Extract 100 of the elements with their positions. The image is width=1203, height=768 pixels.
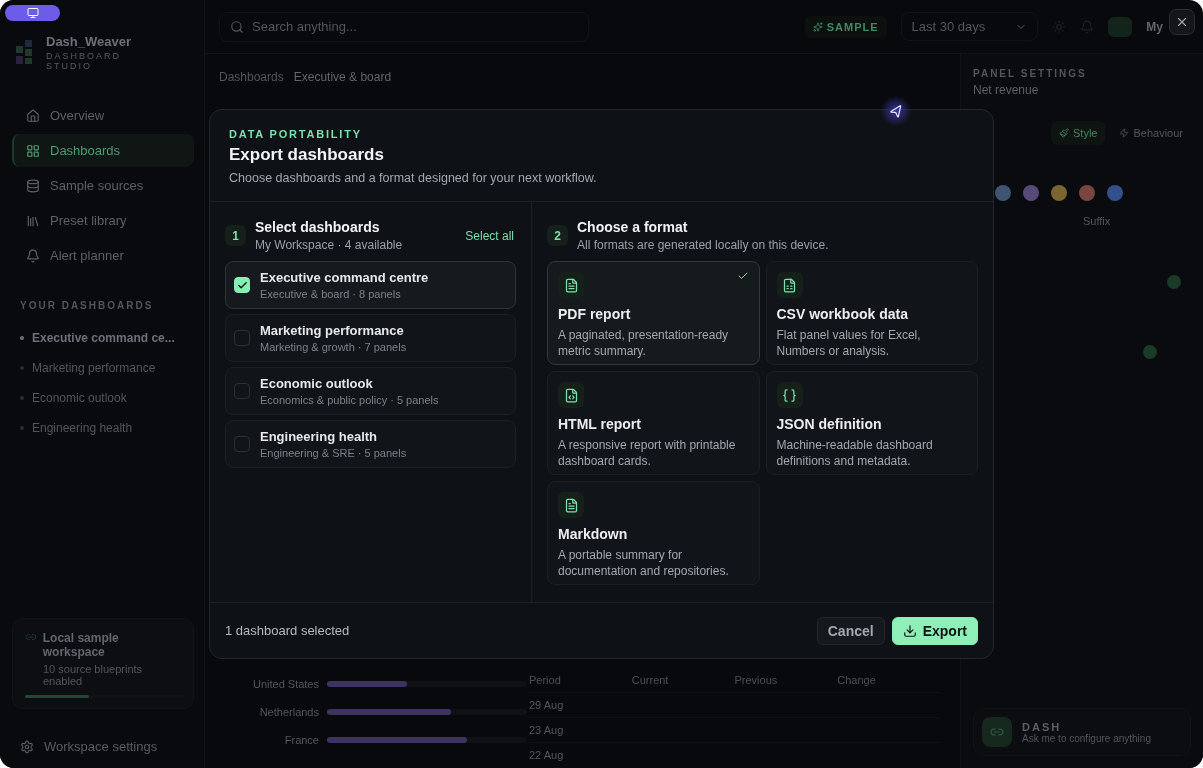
checkbox[interactable] [234, 330, 250, 346]
workspace-title: Local sample workspace [42, 631, 120, 659]
toggle[interactable] [1143, 345, 1157, 359]
document-icon [563, 497, 579, 513]
link-icon [990, 725, 1004, 739]
search-field[interactable]: Search anything... [219, 11, 589, 42]
nav-item[interactable]: Dashboards [12, 134, 194, 167]
step-title: Choose a format [577, 219, 689, 235]
avatar [1108, 16, 1133, 37]
option-title: Marketing performance [260, 323, 405, 338]
step-title: Select dashboards [255, 219, 381, 235]
column-header: Change [837, 673, 877, 688]
section-title: YOUR DASHBOARDS [20, 300, 155, 311]
select-all-link[interactable]: Select all [463, 226, 516, 245]
settings-icon [20, 739, 34, 754]
assistant-name: DASH [1022, 720, 1063, 733]
dashboard-link[interactable]: Engineering health [12, 413, 194, 443]
bar-label: United States [251, 678, 319, 690]
assistant-prompt: Ask me to configure anything [1022, 732, 1151, 744]
toggle[interactable] [1167, 275, 1181, 289]
close-icon [1175, 15, 1189, 29]
step-number: 2 [547, 225, 568, 246]
dialog-subtitle: Choose dashboards and a format designed for your next workflow. [229, 171, 598, 185]
code-file-icon [563, 387, 579, 403]
format-title: JSON definition [776, 416, 883, 432]
option-title: Engineering health [260, 429, 378, 444]
format-description: A portable summary for documentation and repositories. [558, 547, 730, 579]
export-button[interactable]: Export [891, 616, 978, 645]
database-icon [26, 178, 40, 193]
panel-tab[interactable]: Behaviour [1111, 121, 1191, 145]
option-meta: Economics & public policy · 5 panels [260, 394, 439, 406]
nav-item[interactable]: Sample sources [12, 169, 194, 202]
date-range-select[interactable]: Last 30 days [900, 12, 1039, 41]
panel-title: Net revenue [973, 83, 1040, 97]
dashboard-option[interactable]: Marketing performance Marketing & growth · 7 panels [225, 314, 516, 362]
bar-label: Netherlands [258, 706, 319, 718]
badge-label: SAMPLE [826, 20, 879, 33]
brush-icon [1059, 128, 1069, 138]
option-title: Economic outlook [260, 376, 374, 391]
table-cell: 23 Aug [529, 717, 632, 742]
dialog-eyebrow: DATA PORTABILITY [229, 128, 363, 140]
column-header: Current [631, 673, 670, 688]
monitor-icon [26, 7, 39, 19]
nav-item[interactable]: Overview [12, 99, 194, 132]
format-card[interactable]: CSV workbook data Flat panel values for Excel, Numbers or analysis. [765, 261, 978, 365]
table-cell: 22 Aug [529, 742, 632, 767]
panel-tab[interactable]: Style [1051, 121, 1106, 145]
settings-link[interactable]: Workspace settings [12, 739, 194, 754]
dashboard-option[interactable]: Engineering health Engineering & SRE · 5 panels [225, 420, 516, 468]
format-card[interactable]: PDF report A paginated, presentation-ready metric summary. [547, 261, 760, 365]
panel-eyebrow: PANEL SETTINGS [973, 68, 1088, 79]
format-description: A responsive report with printable dashboard cards. [558, 437, 737, 469]
screen-share-pill[interactable] [5, 5, 60, 21]
step-number: 1 [225, 225, 246, 246]
dashboard-link[interactable]: Economic outlook [12, 383, 194, 413]
search-icon [230, 19, 244, 34]
dashboard-option[interactable]: Executive command centre Executive & board · 8 panels [225, 261, 516, 309]
format-title: Markdown [558, 526, 629, 542]
format-card[interactable]: JSON definition Machine-readable dashboard definitions and metadata. [765, 371, 978, 475]
brand-name: Dash_Weaver [46, 34, 133, 49]
bolt-icon [1119, 128, 1130, 138]
option-meta: Engineering & SRE · 5 panels [260, 447, 407, 459]
checkbox[interactable] [234, 383, 250, 399]
selection-status: 1 dashboard selected [225, 623, 350, 638]
braces-icon [782, 387, 797, 403]
format-card[interactable]: Markdown A portable summary for documentation and repositories. [547, 481, 760, 585]
format-description: Flat panel values for Excel, Numbers or analysis. [776, 327, 922, 359]
library-icon [26, 213, 40, 228]
color-swatch[interactable] [1051, 185, 1067, 201]
step-subtitle: All formats are generated locally on this device. [577, 238, 830, 252]
close-button[interactable] [1169, 9, 1195, 35]
breadcrumb-item[interactable]: Executive & board [293, 70, 392, 84]
color-swatch[interactable] [1107, 185, 1123, 201]
dashboard-link[interactable]: Marketing performance [12, 353, 194, 383]
document-icon [563, 277, 579, 293]
color-swatch[interactable] [995, 185, 1011, 201]
dashboard-link[interactable]: Executive command ce... [12, 323, 194, 353]
format-title: HTML report [558, 416, 642, 432]
bell-icon [26, 248, 40, 263]
format-description: A paginated, presentation-ready metric summary. [558, 327, 730, 359]
cancel-button[interactable]: Cancel [816, 616, 885, 645]
column-header: Previous [734, 673, 779, 688]
color-swatch[interactable] [1079, 185, 1095, 201]
nav-item[interactable]: Alert planner [12, 239, 194, 272]
link-icon [25, 631, 37, 643]
field-label: Suffix [1083, 215, 1112, 227]
brand-subtitle: DASHBOARD STUDIO [46, 51, 122, 71]
format-title: PDF report [558, 306, 632, 322]
format-card[interactable]: HTML report A responsive report with printable dashboard cards. [547, 371, 760, 475]
column-header: Period [529, 673, 562, 688]
dashboard-option[interactable]: Economic outlook Economics & public policy · 5 panels [225, 367, 516, 415]
user-name: My [1146, 19, 1163, 34]
format-description: Machine-readable dashboard definitions and metadata. [776, 437, 934, 469]
check-icon [236, 279, 248, 291]
color-swatch[interactable] [1023, 185, 1039, 201]
bar-label: France [283, 734, 319, 746]
nav-item[interactable]: Preset library [12, 204, 194, 237]
breadcrumb-item[interactable]: Dashboards [219, 70, 284, 84]
home-icon [26, 108, 40, 123]
checkbox[interactable] [234, 436, 250, 452]
